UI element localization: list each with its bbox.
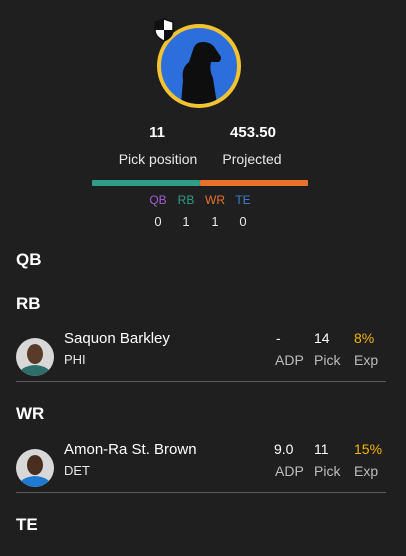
- projected-value: 453.50: [230, 124, 276, 141]
- player-row[interactable]: Saquon Barkley PHI - ADP 14 Pick 8% Exp: [16, 328, 386, 382]
- player-name: Saquon Barkley: [64, 330, 170, 347]
- pos-count-rb: 1: [182, 214, 190, 229]
- player-row[interactable]: Amon-Ra St. Brown DET 9.0 ADP 11 Pick 15…: [16, 439, 386, 493]
- exp-label: Exp: [354, 352, 379, 368]
- pick-position-value: 11: [149, 124, 165, 141]
- player-photo: [16, 449, 54, 487]
- player-name: Amon-Ra St. Brown: [64, 441, 197, 458]
- pos-label-rb: RB: [177, 193, 195, 207]
- pos-count-te: 0: [239, 214, 247, 229]
- pos-label-wr: WR: [205, 193, 225, 207]
- pick-value: 11: [314, 441, 329, 457]
- pick-label: Pick: [314, 352, 341, 368]
- shield-icon: [154, 18, 174, 42]
- pos-count-wr: 1: [211, 214, 219, 229]
- rb-share-bar: [92, 180, 200, 186]
- team-avatar[interactable]: [154, 18, 241, 108]
- adp-label: ADP: [275, 352, 304, 368]
- player-team: PHI: [64, 352, 86, 367]
- pick-label: Pick: [314, 463, 341, 479]
- draft-summary-panel: 11 Pick position 453.50 Projected QB RB …: [0, 0, 406, 556]
- section-heading-te: TE: [16, 515, 38, 534]
- adp-value: -: [276, 330, 281, 346]
- player-photo: [16, 338, 54, 376]
- pos-count-qb: 0: [154, 214, 162, 229]
- projected-label: Projected: [222, 151, 282, 167]
- section-heading-wr: WR: [16, 404, 45, 423]
- exp-label: Exp: [354, 463, 379, 479]
- pick-position-label: Pick position: [118, 151, 198, 167]
- wr-share-bar: [200, 180, 308, 186]
- section-heading-rb: RB: [16, 294, 41, 313]
- player-team: DET: [64, 463, 90, 478]
- pick-value: 14: [314, 330, 330, 346]
- pos-label-te: TE: [235, 193, 251, 207]
- exp-value: 15%: [354, 441, 383, 457]
- exp-value: 8%: [354, 330, 375, 346]
- pos-label-qb: QB: [149, 193, 167, 207]
- adp-label: ADP: [275, 463, 304, 479]
- adp-value: 9.0: [274, 441, 294, 457]
- section-heading-qb: QB: [16, 250, 42, 269]
